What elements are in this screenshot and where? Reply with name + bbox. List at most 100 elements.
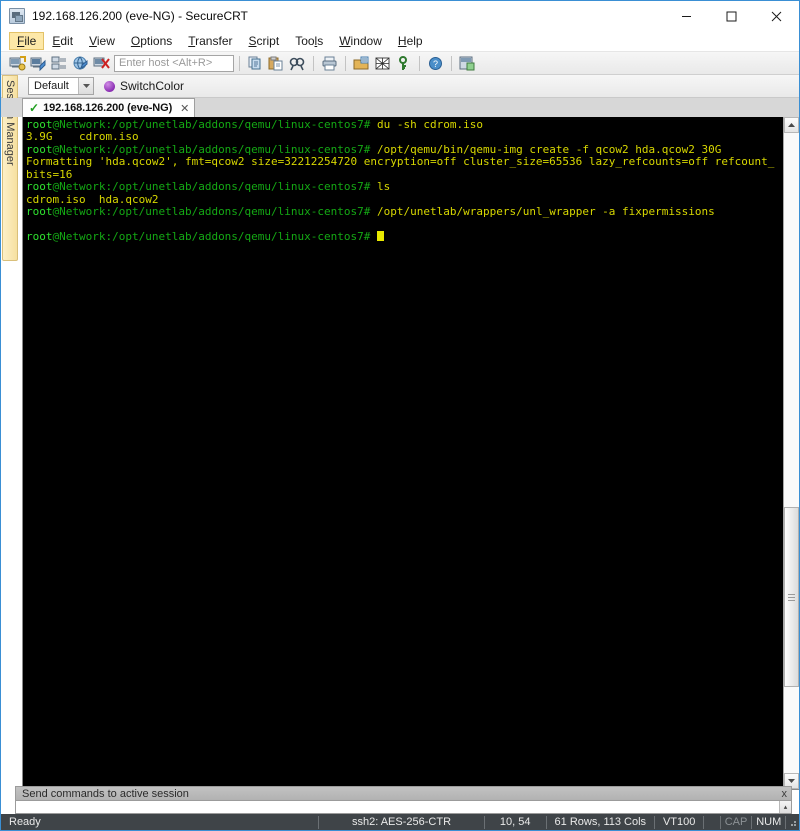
scrollbar-thumb[interactable] — [784, 507, 799, 687]
profile-select[interactable]: Default — [28, 77, 94, 95]
terminal-cursor — [377, 231, 384, 242]
terminal-output-text: cdrom.iso hda.qcow2 — [26, 192, 159, 206]
status-bar: Ready ssh2: AES-256-CTR 10, 54 61 Rows, … — [1, 814, 799, 830]
prompt-path: @Network:/opt/unetlab/addons/qemu/linux-… — [52, 142, 378, 156]
terminal-output[interactable]: root@Network:/opt/unetlab/addons/qemu/li… — [23, 117, 783, 789]
paste-icon[interactable] — [266, 54, 286, 73]
terminal-scrollbar[interactable] — [783, 117, 799, 789]
menu-item-edit[interactable]: Edit — [44, 32, 81, 50]
terminal-prompt-line: root@Network:/opt/unetlab/addons/qemu/li… — [26, 205, 783, 219]
securecrt-window: 192.168.126.200 (eve-NG) - SecureCRT FFi… — [0, 0, 800, 831]
window-title: 192.168.126.200 (eve-NG) - SecureCRT — [32, 9, 248, 23]
help-icon[interactable]: ? — [425, 54, 445, 73]
terminal-command: du -sh cdrom.iso — [377, 118, 483, 131]
terminal-command: /opt/unetlab/wrappers/unl_wrapper -a fix… — [377, 205, 715, 219]
status-dimensions: 61 Rows, 113 Cols — [554, 816, 647, 828]
menu-item-window[interactable]: Window — [331, 32, 390, 50]
terminal-area: root@Network:/opt/unetlab/addons/qemu/li… — [22, 117, 799, 790]
session-manager-icon[interactable] — [49, 54, 69, 73]
status-ready: Ready — [9, 816, 41, 828]
maximize-button[interactable] — [709, 1, 754, 31]
securecrt-app-icon — [9, 8, 25, 24]
send-commands-panel: Send commands to active session x ▴ — [15, 786, 792, 814]
prompt-user: root — [26, 180, 53, 194]
connected-check-icon: ✓ — [29, 101, 40, 115]
new-session-icon[interactable] — [7, 54, 27, 73]
profile-value: Default — [34, 80, 69, 92]
toolbar-separator-2 — [313, 55, 314, 71]
prompt-user: root — [26, 142, 53, 156]
main-toolbar: Enter host <Alt+R> ? — [1, 52, 799, 75]
terminal-command: /opt/qemu/bin/qemu-img create -f qcow2 h… — [377, 142, 722, 156]
key-icon[interactable] — [393, 54, 413, 73]
terminal-prompt-line: root@Network:/opt/unetlab/addons/qemu/li… — [26, 230, 783, 244]
status-spacer — [704, 814, 720, 830]
send-commands-title: Send commands to active session — [22, 787, 189, 800]
tab-strip: ✓ 192.168.126.200 (eve-NG) ✕ — [1, 98, 799, 117]
scrollbar-track[interactable] — [784, 133, 799, 773]
connect-session-icon[interactable] — [28, 54, 48, 73]
title-bar: 192.168.126.200 (eve-NG) - SecureCRT — [1, 1, 799, 31]
menu-item-script[interactable]: Script — [241, 32, 288, 50]
menu-item-help[interactable]: Help — [390, 32, 431, 50]
purple-circle-icon — [104, 80, 115, 92]
menu-item-tools[interactable]: Tools — [287, 32, 331, 50]
scrollbar-grip — [788, 594, 795, 601]
svg-text:?: ? — [432, 59, 437, 69]
prompt-path: @Network:/opt/unetlab/addons/qemu/linux-… — [52, 230, 378, 244]
chevron-down-icon[interactable] — [78, 78, 93, 94]
terminal-prompt-line: root@Network:/opt/unetlab/addons/qemu/li… — [26, 118, 783, 131]
host-input[interactable]: Enter host <Alt+R> — [114, 54, 234, 72]
send-commands-close-icon[interactable]: x — [782, 788, 788, 800]
print-icon[interactable] — [319, 54, 339, 73]
status-cipher: ssh2: AES-256-CTR — [351, 816, 452, 828]
disconnect-icon[interactable] — [91, 54, 111, 73]
prompt-user: root — [26, 205, 53, 219]
terminal-output-text: 3.9G cdrom.iso — [26, 130, 139, 144]
clear-screen-icon[interactable] — [372, 54, 392, 73]
connect-sftp-icon[interactable] — [70, 54, 90, 73]
resize-grip[interactable] — [786, 816, 797, 828]
prompt-path: @Network:/opt/unetlab/addons/qemu/linux-… — [52, 205, 378, 219]
scroll-up-icon[interactable] — [784, 117, 799, 133]
prompt-path: @Network:/opt/unetlab/addons/qemu/linux-… — [52, 118, 378, 131]
toolbar-separator-1 — [239, 55, 240, 71]
toolbar-separator-3 — [345, 55, 346, 71]
find-icon[interactable] — [287, 54, 307, 73]
session-toolbar: Default SwitchColor — [1, 75, 799, 98]
spinner-arrows-icon[interactable]: ▴ — [779, 801, 791, 813]
status-cursor-position: 10, 54 — [499, 816, 531, 828]
terminal-output-text: bits=16 — [26, 167, 73, 181]
session-options-icon[interactable] — [351, 54, 371, 73]
prompt-path: @Network:/opt/unetlab/addons/qemu/linux-… — [52, 180, 378, 194]
host-placeholder: Enter host <Alt+R> — [119, 57, 213, 69]
close-button[interactable] — [754, 1, 799, 31]
tab-label: 192.168.126.200 (eve-NG) — [43, 102, 173, 114]
minimize-button[interactable] — [664, 1, 709, 31]
terminal-command: ls — [377, 180, 391, 194]
copy-icon[interactable] — [245, 54, 265, 73]
toolbar-separator-5 — [451, 55, 452, 71]
window-controls — [664, 1, 799, 31]
session-manager-label: Session Manager — [4, 80, 16, 166]
menu-item-transfer[interactable]: Transfer — [180, 32, 240, 50]
prompt-user: root — [26, 118, 53, 131]
terminal-output-text: Formatting 'hda.qcow2', fmt=qcow2 size=3… — [26, 155, 775, 169]
tab-close-icon[interactable]: ✕ — [180, 102, 189, 115]
prompt-user: root — [26, 230, 53, 244]
menu-item-view[interactable]: View — [81, 32, 123, 50]
menu-item-file[interactable]: FFileile — [9, 32, 45, 50]
status-cap: CAP — [724, 816, 748, 828]
tab-session-0[interactable]: ✓ 192.168.126.200 (eve-NG) ✕ — [22, 98, 196, 117]
toolbar-separator-4 — [419, 55, 420, 71]
status-num: NUM — [756, 816, 782, 828]
switch-color-button[interactable]: SwitchColor — [104, 79, 184, 93]
status-emulation: VT100 — [662, 816, 696, 828]
send-commands-input[interactable]: ▴ — [15, 801, 792, 814]
session-window-icon[interactable] — [457, 54, 477, 73]
menu-item-options[interactable]: Options — [123, 32, 180, 50]
menu-bar: FFileile Edit View Options Transfer Scri… — [1, 31, 799, 52]
send-commands-header: Send commands to active session x — [15, 786, 792, 801]
terminal-output-line: Formatting 'hda.qcow2', fmt=qcow2 size=3… — [26, 156, 783, 168]
switch-color-label: SwitchColor — [120, 79, 185, 93]
